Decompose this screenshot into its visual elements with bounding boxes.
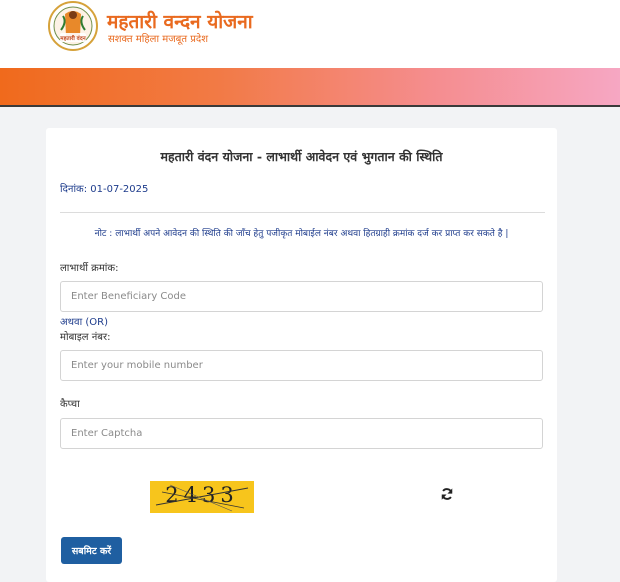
captcha-image: 2433 [150, 481, 254, 513]
submit-button[interactable]: सबमिट करें [61, 537, 122, 564]
site-tagline: सशक्त महिला मजबूत प्रदेश [108, 34, 209, 45]
captcha-input[interactable] [60, 418, 543, 449]
current-date: दिनांक: 01-07-2025 [60, 184, 149, 195]
header-banner [0, 68, 620, 105]
instruction-note: नोट : लाभार्थी अपने आवेदन की स्थिति की ज… [94, 229, 509, 239]
banner-divider [0, 105, 620, 107]
logo-text: महतारी वंदन [59, 34, 86, 42]
refresh-captcha-icon[interactable] [440, 487, 454, 501]
form-divider [60, 212, 545, 213]
status-check-card: महतारी वंदन योजना - लाभार्थी आवेदन एवं भ… [46, 128, 557, 582]
mobile-number-label: मोबाइल नंबर: [60, 332, 111, 343]
form-title: महतारी वंदन योजना - लाभार्थी आवेदन एवं भ… [160, 149, 443, 164]
beneficiary-code-label: लाभार्थी क्रमांक: [60, 263, 119, 274]
beneficiary-code-input[interactable] [60, 281, 543, 312]
mobile-number-input[interactable] [60, 350, 543, 381]
site-header: महतारी वंदन महतारी वन्दन योजना सशक्त महि… [0, 0, 620, 68]
scheme-logo[interactable]: महतारी वंदन [45, 0, 101, 52]
captcha-noise [155, 484, 249, 512]
captcha-label: कैप्चा [60, 399, 80, 410]
or-label: अथवा (OR) [60, 317, 108, 328]
